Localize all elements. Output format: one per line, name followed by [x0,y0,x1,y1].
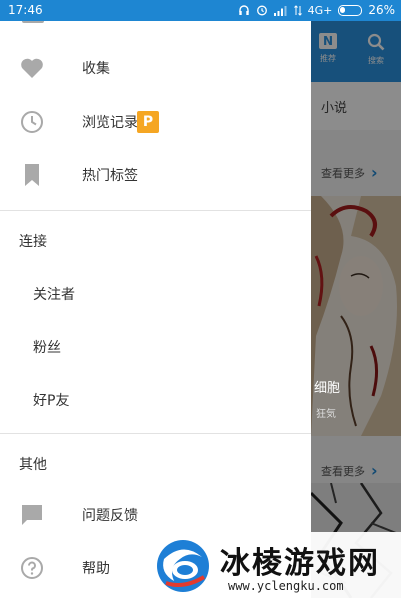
menu-item-collection[interactable]: 收集 [0,42,311,94]
chat-bubble-icon [20,503,44,527]
help-icon [20,556,44,580]
premium-badge: P [137,111,159,133]
status-bar: 17:46 4G+ 26% [0,0,401,21]
menu-item-history-label: 浏览记录 [82,115,138,131]
menu-item-hot-tags[interactable]: 热门标签 [0,149,311,201]
data-arrows-icon [293,4,302,16]
menu-item-mypixiv[interactable]: 好P友 [33,390,69,410]
watermark-logo-icon [157,540,209,592]
headphones-icon [238,5,249,15]
menu-item-collection-label: 收集 [82,61,110,77]
menu-item-following[interactable]: 关注者 [33,284,75,304]
navigation-drawer: 收集 浏览记录 P 热门标签 连接 关注者 粉丝 好P友 其他 问题反馈 帮助 [0,21,311,598]
status-time: 17:46 [8,3,43,17]
battery-percent: 26% [368,3,395,17]
alarm-icon [256,5,267,16]
watermark-title: 冰棱游戏网 [220,546,380,581]
divider [0,433,311,434]
network-type: 4G+ [307,3,333,17]
battery-icon [338,4,363,16]
site-watermark: 冰棱游戏网 www.yclengku.com [148,532,401,598]
section-title-connect: 连接 [19,234,47,250]
menu-item-history[interactable]: 浏览记录 P [0,96,311,148]
bookmark-icon [20,163,44,187]
status-icons: 4G+ 26% [238,3,395,17]
divider [0,210,311,211]
watermark-url: www.yclengku.com [228,579,344,593]
menu-item-followers[interactable]: 粉丝 [33,337,61,357]
top-partial-icon [22,21,44,23]
menu-item-feedback-label: 问题反馈 [82,508,138,524]
artwork-subcaption: 狂気 [316,409,336,420]
artwork-caption: 细胞 [314,381,341,396]
menu-item-hot-tags-label: 热门标签 [82,168,138,184]
section-title-other: 其他 [19,457,47,473]
clock-icon [20,110,44,134]
menu-item-help-label: 帮助 [82,561,110,577]
heart-icon [20,56,44,80]
signal-icon [273,5,287,16]
